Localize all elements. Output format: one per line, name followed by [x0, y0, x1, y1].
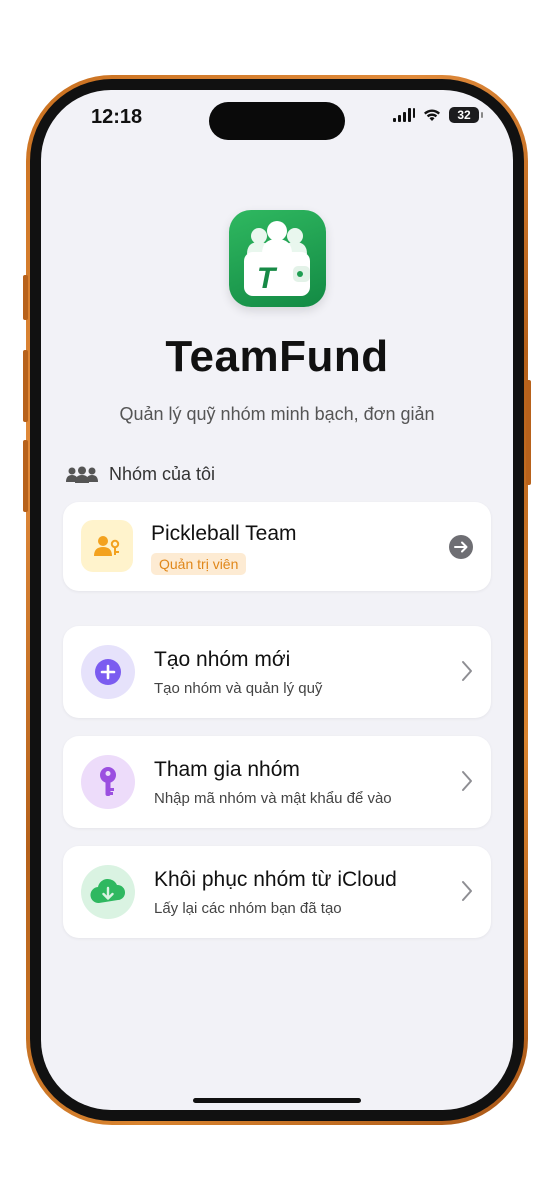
power-button	[526, 380, 531, 485]
key-icon-container	[81, 755, 135, 809]
chevron-right-icon	[462, 881, 472, 901]
wifi-icon	[424, 109, 440, 121]
app-tagline: Quản lý quỹ nhóm minh bạch, đơn giản	[119, 404, 435, 424]
key-icon	[100, 767, 116, 796]
group-name: Pickleball Team	[151, 522, 297, 545]
volume-down-button	[23, 440, 28, 512]
app-logo-icon: T	[229, 210, 326, 307]
admin-user-icon	[81, 520, 133, 572]
people-icon	[66, 466, 98, 483]
icloud-download-icon	[90, 878, 126, 904]
screen: 12:18 32 T TeamFund Quản lý quỹ nhóm min…	[41, 90, 513, 1110]
action-button	[23, 275, 28, 320]
cellular-signal-icon	[393, 108, 415, 122]
action-title: Tham gia nhóm	[154, 758, 300, 781]
action-subtitle: Lấy lại các nhóm bạn đã tạo	[154, 900, 342, 917]
icloud-icon-container	[81, 865, 135, 919]
join-group-button[interactable]: Tham gia nhóm Nhập mã nhóm và mật khẩu đ…	[63, 736, 491, 828]
status-time: 12:18	[91, 106, 143, 128]
chevron-right-icon	[462, 661, 472, 681]
my-groups-header: Nhóm của tôi	[65, 464, 215, 485]
app-title: TeamFund	[165, 332, 389, 381]
action-title: Tạo nhóm mới	[154, 648, 291, 671]
create-group-button[interactable]: Tạo nhóm mới Tạo nhóm và quản lý quỹ	[63, 626, 491, 718]
volume-up-button	[23, 350, 28, 422]
group-card-pickleball[interactable]: Pickleball Team Quản trị viên	[63, 502, 491, 591]
action-subtitle: Tạo nhóm và quản lý quỹ	[154, 680, 323, 697]
chevron-right-icon	[462, 771, 472, 791]
restore-icloud-button[interactable]: Khôi phục nhóm từ iCloud Lấy lại các nhó…	[63, 846, 491, 938]
action-title: Khôi phục nhóm từ iCloud	[154, 868, 397, 891]
section-title: Nhóm của tôi	[109, 464, 216, 484]
home-indicator[interactable]	[193, 1098, 361, 1103]
svg-text:T: T	[257, 262, 278, 295]
dynamic-island	[209, 102, 345, 140]
role-badge: Quản trị viên	[151, 553, 247, 575]
plus-icon	[95, 659, 121, 685]
plus-icon-container	[81, 645, 135, 699]
status-icons: 32	[393, 107, 483, 123]
action-subtitle: Nhập mã nhóm và mật khẩu để vào	[154, 790, 392, 807]
arrow-right-icon	[449, 535, 473, 559]
battery-icon: 32	[449, 107, 483, 123]
